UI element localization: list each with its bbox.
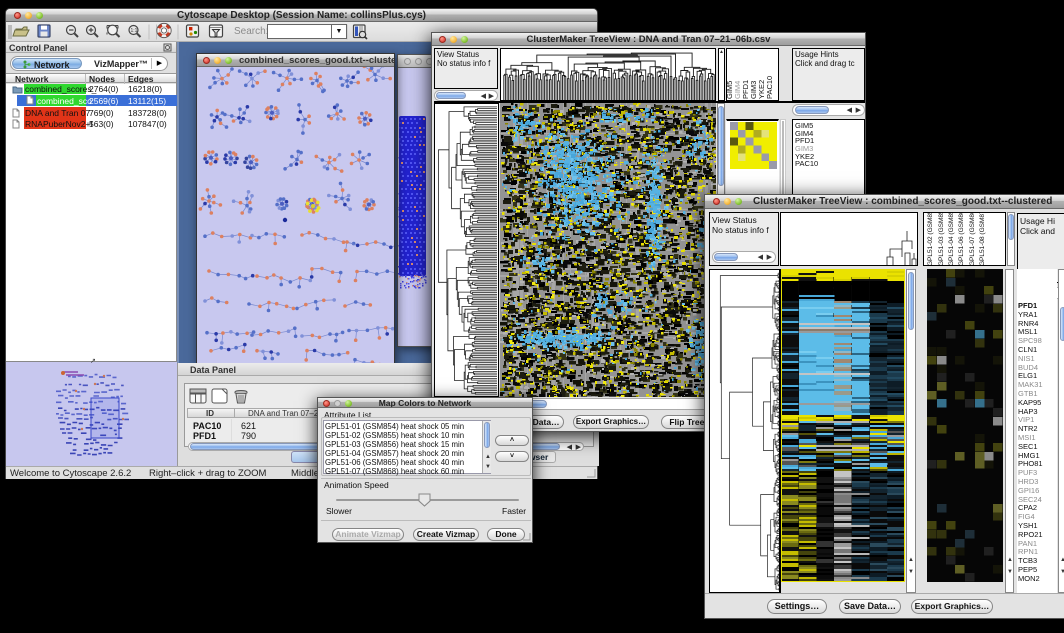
svg-text:1:1: 1:1 xyxy=(131,28,138,34)
